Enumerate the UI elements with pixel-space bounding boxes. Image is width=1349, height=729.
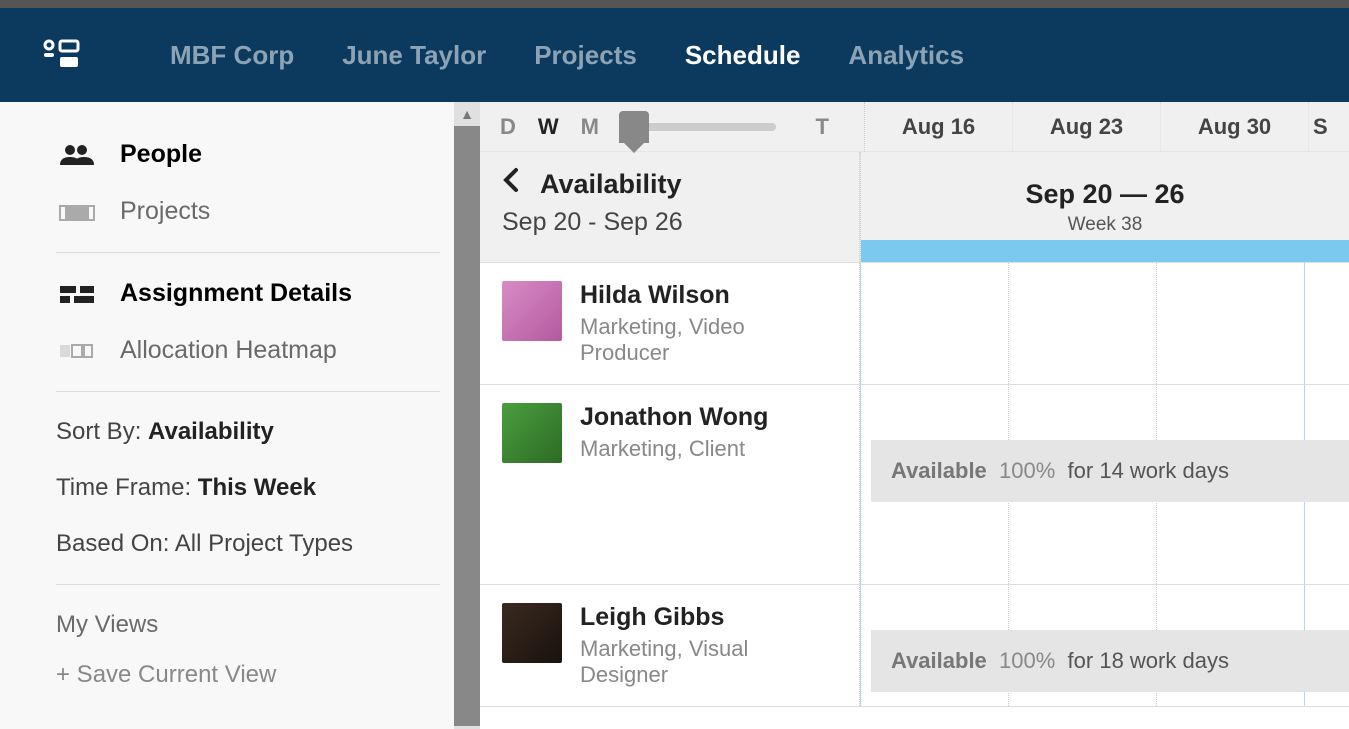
avatar [502,403,562,463]
sidebar-allocation-heatmap[interactable]: Allocation Heatmap [56,322,440,379]
save-current-view-button[interactable]: + Save Current View [56,653,440,697]
person-role: Marketing, Client [580,436,768,462]
person-name: Hilda Wilson [580,281,837,310]
filter-time-frame[interactable]: Time Frame: This Week [56,460,440,516]
sidebar-label: Projects [120,197,210,226]
person-row: Jonathon Wong Marketing, Client Availabl… [480,385,1349,585]
person-name: Jonathon Wong [580,403,768,432]
person-role: Marketing, Video Producer [580,314,837,366]
person-timeline[interactable] [860,263,1349,384]
sidebar-scrollbar[interactable]: ▲ [454,102,480,729]
sidebar-people[interactable]: People [56,126,440,183]
person-info[interactable]: Hilda Wilson Marketing, Video Producer [480,263,860,384]
schedule-content: D W M T Aug 16 Aug 23 Aug 30 S [480,102,1349,729]
date-col[interactable]: Aug 16 [865,102,1013,152]
person-row: Hilda Wilson Marketing, Video Producer [480,263,1349,385]
person-info[interactable]: Jonathon Wong Marketing, Client [480,385,860,584]
week-title: Sep 20 — 26 [1025,179,1184,210]
filter-sort-by[interactable]: Sort By: Availability [56,404,440,460]
availability-bar[interactable]: Available 100% for 14 work days [871,440,1349,502]
zoom-slider[interactable] [619,123,776,131]
zoom-level-selector[interactable]: D W M [500,114,599,140]
main-nav: MBF Corp June Taylor Projects Schedule A… [170,40,964,71]
scroll-up-icon[interactable]: ▲ [460,102,474,126]
person-timeline[interactable]: Available 100% for 18 work days [860,585,1349,706]
timeline-header: D W M T Aug 16 Aug 23 Aug 30 S [480,102,1349,263]
assignment-details-icon [56,282,98,306]
slider-thumb[interactable] [619,111,649,143]
week-header[interactable]: Sep 20 — 26 Week 38 [860,152,1349,262]
app-header: MBF Corp June Taylor Projects Schedule A… [0,8,1349,102]
availability-date-range: Sep 20 - Sep 26 [502,208,837,237]
person-info[interactable]: Leigh Gibbs Marketing, Visual Designer [480,585,860,706]
availability-title: Availability [540,169,682,200]
today-button[interactable]: T [816,114,829,140]
zoom-month[interactable]: M [581,114,599,140]
avatar [502,281,562,341]
sidebar-label: Allocation Heatmap [120,336,337,365]
week-number: Week 38 [1068,214,1143,236]
availability-header: Availability Sep 20 - Sep 26 [480,152,860,262]
nav-company[interactable]: MBF Corp [170,40,294,71]
scroll-thumb[interactable] [454,126,480,726]
filter-based-on[interactable]: Based On: All Project Types [56,516,440,572]
my-views-label: My Views [56,597,440,653]
back-chevron-icon[interactable] [502,166,520,202]
date-column-headers: Aug 16 Aug 23 Aug 30 S [864,102,1329,152]
avatar [502,603,562,663]
zoom-week[interactable]: W [538,114,559,140]
week-highlight-bar [861,240,1349,262]
sidebar-projects[interactable]: Projects [56,183,440,240]
projects-icon [56,200,98,224]
person-role: Marketing, Visual Designer [580,636,837,688]
person-timeline[interactable]: Available 100% for 14 work days [860,385,1349,584]
date-col[interactable]: Aug 23 [1013,102,1161,152]
sidebar-label: Assignment Details [120,279,352,308]
person-row: Leigh Gibbs Marketing, Visual Designer A… [480,585,1349,707]
person-name: Leigh Gibbs [580,603,837,632]
allocation-heatmap-icon [56,341,98,361]
divider [56,391,440,392]
date-col[interactable]: Aug 30 [1161,102,1309,152]
date-col-partial[interactable]: S [1309,102,1329,152]
divider [56,252,440,253]
app-logo [40,39,80,71]
people-list: Hilda Wilson Marketing, Video Producer J… [480,263,1349,729]
sidebar: People Projects Assignment Details Alloc… [0,102,480,729]
zoom-day[interactable]: D [500,114,516,140]
divider [56,584,440,585]
nav-schedule[interactable]: Schedule [685,40,801,71]
sidebar-label: People [120,140,202,169]
nav-projects[interactable]: Projects [534,40,637,71]
people-icon [56,143,98,167]
sidebar-assignment-details[interactable]: Assignment Details [56,265,440,322]
nav-analytics[interactable]: Analytics [848,40,964,71]
availability-bar[interactable]: Available 100% for 18 work days [871,630,1349,692]
nav-user[interactable]: June Taylor [342,40,486,71]
